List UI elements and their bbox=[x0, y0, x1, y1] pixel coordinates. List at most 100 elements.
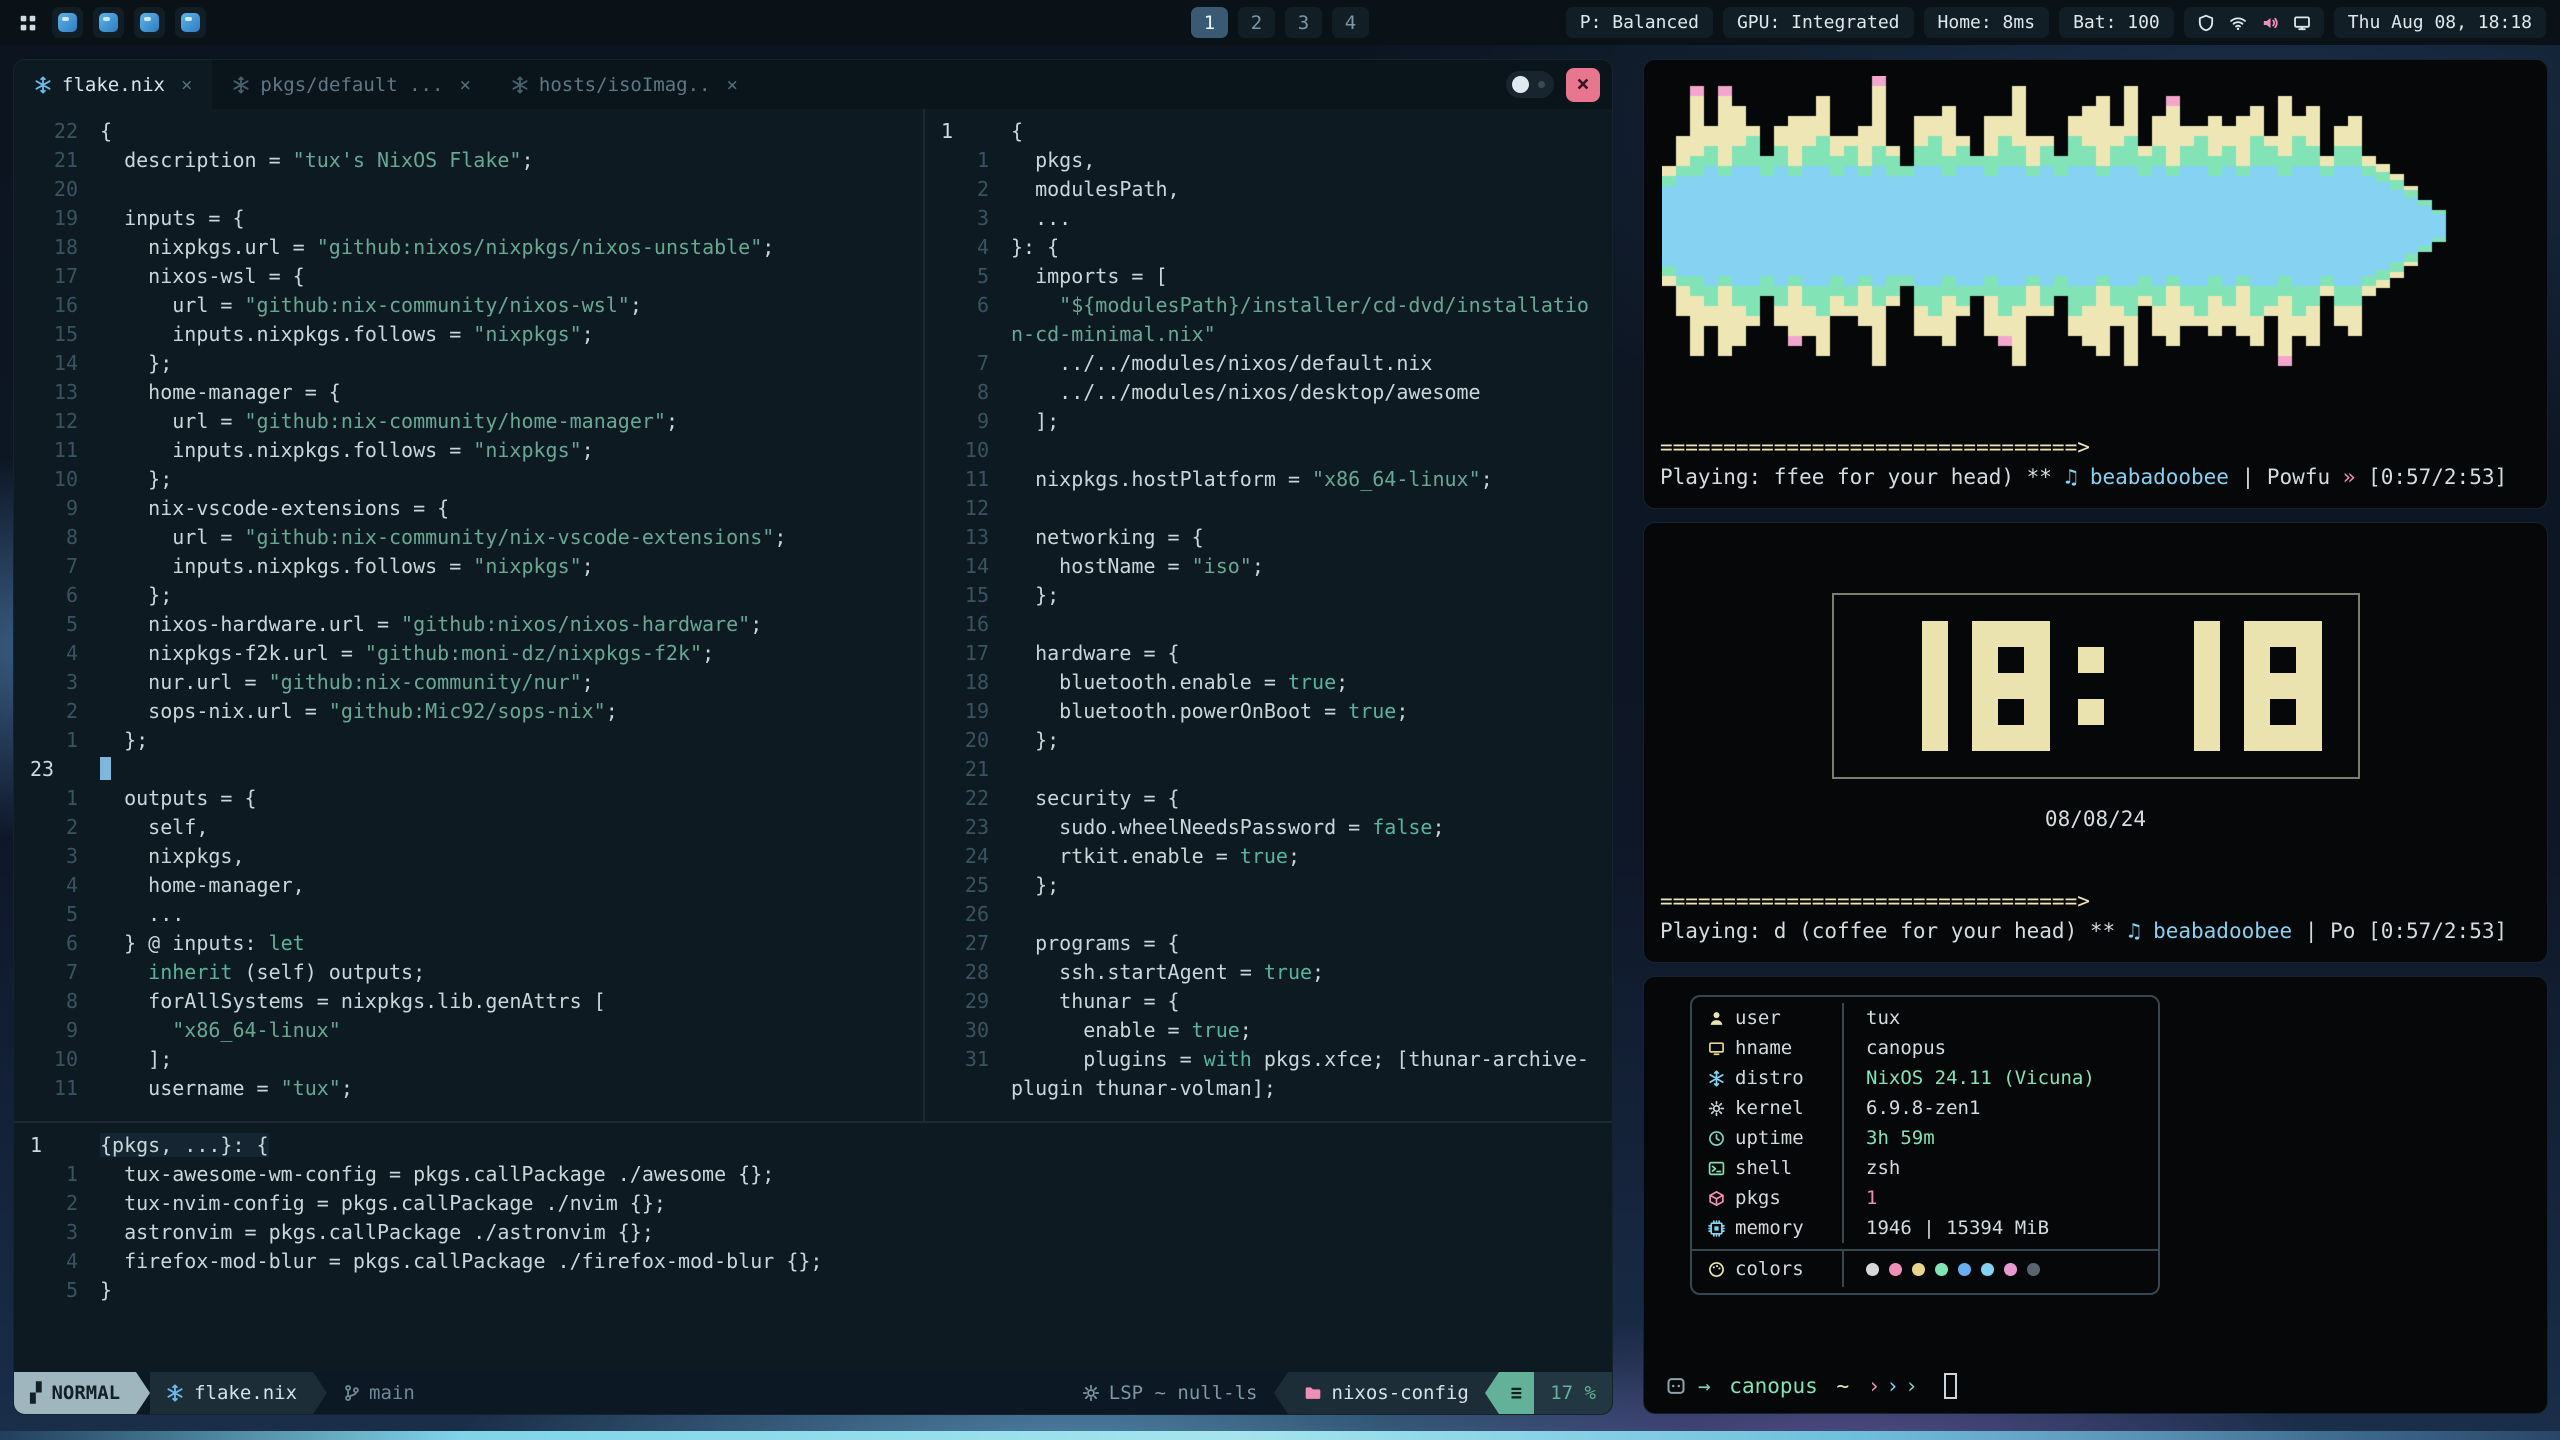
code-line[interactable]: 6 }; bbox=[14, 581, 923, 610]
code-line[interactable]: 6 } @ inputs: let bbox=[14, 929, 923, 958]
tab-close-icon[interactable]: × bbox=[181, 74, 192, 96]
code-line[interactable]: 12 url = "github:nix-community/home-mana… bbox=[14, 407, 923, 436]
code-line[interactable]: 24 rtkit.enable = true; bbox=[925, 842, 1612, 871]
tab-pkgs-default-[interactable]: pkgs/default ...× bbox=[212, 60, 490, 109]
code-line[interactable]: 30 enable = true; bbox=[925, 1016, 1612, 1045]
code-line[interactable]: 31 plugins = with pkgs.xfce; [thunar-arc… bbox=[925, 1045, 1612, 1074]
tray-wifi[interactable] bbox=[2229, 14, 2247, 32]
code-line[interactable]: 11 inputs.nixpkgs.follows = "nixpkgs"; bbox=[14, 436, 923, 465]
tab-flake-nix[interactable]: flake.nix× bbox=[14, 60, 212, 109]
code-line[interactable]: 16 url = "github:nix-community/nixos-wsl… bbox=[14, 291, 923, 320]
code-line[interactable]: 8 ../../modules/nixos/desktop/awesome bbox=[925, 378, 1612, 407]
code-line[interactable]: 15 inputs.nixpkgs.follows = "nixpkgs"; bbox=[14, 320, 923, 349]
window-close-button[interactable]: × bbox=[1566, 68, 1600, 102]
code-line[interactable]: 23 sudo.wheelNeedsPassword = false; bbox=[925, 813, 1612, 842]
workspace-tag-4[interactable]: 4 bbox=[1332, 7, 1369, 38]
editor-pane-flake[interactable]: 22{21 description = "tux's NixOS Flake";… bbox=[14, 109, 923, 1121]
code-line[interactable]: 1 pkgs, bbox=[925, 146, 1612, 175]
code-line[interactable]: 19 inputs = { bbox=[14, 204, 923, 233]
code-line[interactable]: 22{ bbox=[14, 117, 923, 146]
code-line[interactable]: 21 description = "tux's NixOS Flake"; bbox=[14, 146, 923, 175]
editor-pane-iso-image[interactable]: 1{1 pkgs,2 modulesPath,3 ...4}: {5 impor… bbox=[925, 109, 1612, 1121]
code-line[interactable]: 27 programs = { bbox=[925, 929, 1612, 958]
workspace-tag-2[interactable]: 2 bbox=[1238, 7, 1275, 38]
code-line[interactable]: 7 inherit (self) outputs; bbox=[14, 958, 923, 987]
tab-hosts-isoImag-[interactable]: hosts/isoImag..× bbox=[491, 60, 758, 109]
code-line[interactable]: 2 self, bbox=[14, 813, 923, 842]
code-line[interactable]: 6 "${modulesPath}/installer/cd-dvd/insta… bbox=[925, 291, 1612, 320]
code-line[interactable]: 3 nixpkgs, bbox=[14, 842, 923, 871]
code-line[interactable]: 1 tux-awesome-wm-config = pkgs.callPacka… bbox=[14, 1160, 1612, 1189]
code-line[interactable]: 1 }; bbox=[14, 726, 923, 755]
app-menu-button[interactable] bbox=[14, 9, 42, 37]
code-line[interactable]: plugin thunar-volman]; bbox=[925, 1074, 1612, 1103]
editor-pane-pkgs-default[interactable]: 1{pkgs, ...}: {1 tux-awesome-wm-config =… bbox=[14, 1123, 1612, 1372]
code-line[interactable]: 13 networking = { bbox=[925, 523, 1612, 552]
code-line[interactable]: 9 nix-vscode-extensions = { bbox=[14, 494, 923, 523]
line-number: 27 bbox=[925, 929, 1011, 958]
code-line[interactable]: 11 username = "tux"; bbox=[14, 1074, 923, 1103]
code-line[interactable]: 20 }; bbox=[925, 726, 1612, 755]
launcher-app-2[interactable] bbox=[93, 7, 124, 38]
code-line[interactable]: 9 ]; bbox=[925, 407, 1612, 436]
code-line[interactable]: 29 thunar = { bbox=[925, 987, 1612, 1016]
code-line[interactable]: 2 tux-nvim-config = pkgs.callPackage ./n… bbox=[14, 1189, 1612, 1218]
code-line[interactable]: 11 nixpkgs.hostPlatform = "x86_64-linux"… bbox=[925, 465, 1612, 494]
code-line[interactable]: 14 }; bbox=[14, 349, 923, 378]
code-line[interactable]: 25 }; bbox=[925, 871, 1612, 900]
code-line[interactable]: 4}: { bbox=[925, 233, 1612, 262]
code-line[interactable]: 10 bbox=[925, 436, 1612, 465]
code-line[interactable]: 28 ssh.startAgent = true; bbox=[925, 958, 1612, 987]
code-line[interactable]: 17 nixos-wsl = { bbox=[14, 262, 923, 291]
theme-toggle[interactable] bbox=[1506, 71, 1554, 98]
code-line[interactable]: 10 ]; bbox=[14, 1045, 923, 1074]
code-line[interactable]: 9 "x86_64-linux" bbox=[14, 1016, 923, 1045]
code-line[interactable]: 10 }; bbox=[14, 465, 923, 494]
code-line[interactable]: 26 bbox=[925, 900, 1612, 929]
code-line[interactable]: 2 sops-nix.url = "github:Mic92/sops-nix"… bbox=[14, 697, 923, 726]
tab-close-icon[interactable]: × bbox=[459, 74, 470, 96]
code-line[interactable]: 8 url = "github:nix-community/nix-vscode… bbox=[14, 523, 923, 552]
code-line[interactable]: 14 hostName = "iso"; bbox=[925, 552, 1612, 581]
code-line[interactable]: 15 }; bbox=[925, 581, 1612, 610]
code-line[interactable]: 7 inputs.nixpkgs.follows = "nixpkgs"; bbox=[14, 552, 923, 581]
code-line[interactable]: 4 home-manager, bbox=[14, 871, 923, 900]
code-line[interactable]: 7 ../../modules/nixos/default.nix bbox=[925, 349, 1612, 378]
code-line[interactable]: 21 bbox=[925, 755, 1612, 784]
code-line[interactable]: 23 bbox=[14, 755, 923, 784]
workspace-tag-1[interactable]: 1 bbox=[1191, 7, 1228, 38]
code-line[interactable]: 20 bbox=[14, 175, 923, 204]
code-line[interactable]: 5} bbox=[14, 1276, 1612, 1305]
code-line[interactable]: 17 hardware = { bbox=[925, 639, 1612, 668]
code-line[interactable]: 16 bbox=[925, 610, 1612, 639]
workspace-tag-3[interactable]: 3 bbox=[1285, 7, 1322, 38]
tab-close-icon[interactable]: × bbox=[726, 74, 737, 96]
launcher-app-1[interactable] bbox=[52, 7, 83, 38]
code-line[interactable]: 18 bluetooth.enable = true; bbox=[925, 668, 1612, 697]
code-line[interactable]: 4 nixpkgs-f2k.url = "github:moni-dz/nixp… bbox=[14, 639, 923, 668]
code-line[interactable]: 4 firefox-mod-blur = pkgs.callPackage ./… bbox=[14, 1247, 1612, 1276]
code-line[interactable]: 3 ... bbox=[925, 204, 1612, 233]
code-line[interactable]: 5 ... bbox=[14, 900, 923, 929]
tray-volume[interactable] bbox=[2261, 14, 2279, 32]
code-line[interactable]: 18 nixpkgs.url = "github:nixos/nixpkgs/n… bbox=[14, 233, 923, 262]
code-line[interactable]: 5 imports = [ bbox=[925, 262, 1612, 291]
code-line[interactable]: 1 outputs = { bbox=[14, 784, 923, 813]
code-line[interactable]: 19 bluetooth.powerOnBoot = true; bbox=[925, 697, 1612, 726]
launcher-app-3[interactable] bbox=[134, 7, 165, 38]
tray-privacy[interactable] bbox=[2197, 14, 2215, 32]
code-line[interactable]: 2 modulesPath, bbox=[925, 175, 1612, 204]
shell-prompt[interactable]: → canopus ~ ››› bbox=[1644, 1373, 2547, 1413]
code-line[interactable]: n-cd-minimal.nix" bbox=[925, 320, 1612, 349]
code-line[interactable]: 22 security = { bbox=[925, 784, 1612, 813]
code-line[interactable]: 3 nur.url = "github:nix-community/nur"; bbox=[14, 668, 923, 697]
launcher-app-4[interactable] bbox=[175, 7, 206, 38]
code-line[interactable]: 3 astronvim = pkgs.callPackage ./astronv… bbox=[14, 1218, 1612, 1247]
tray-screen[interactable] bbox=[2293, 14, 2311, 32]
code-line[interactable]: 1{ bbox=[925, 117, 1612, 146]
code-line[interactable]: 8 forAllSystems = nixpkgs.lib.genAttrs [ bbox=[14, 987, 923, 1016]
code-line[interactable]: 5 nixos-hardware.url = "github:nixos/nix… bbox=[14, 610, 923, 639]
code-line[interactable]: 1{pkgs, ...}: { bbox=[14, 1131, 1612, 1160]
code-line[interactable]: 12 bbox=[925, 494, 1612, 523]
code-line[interactable]: 13 home-manager = { bbox=[14, 378, 923, 407]
